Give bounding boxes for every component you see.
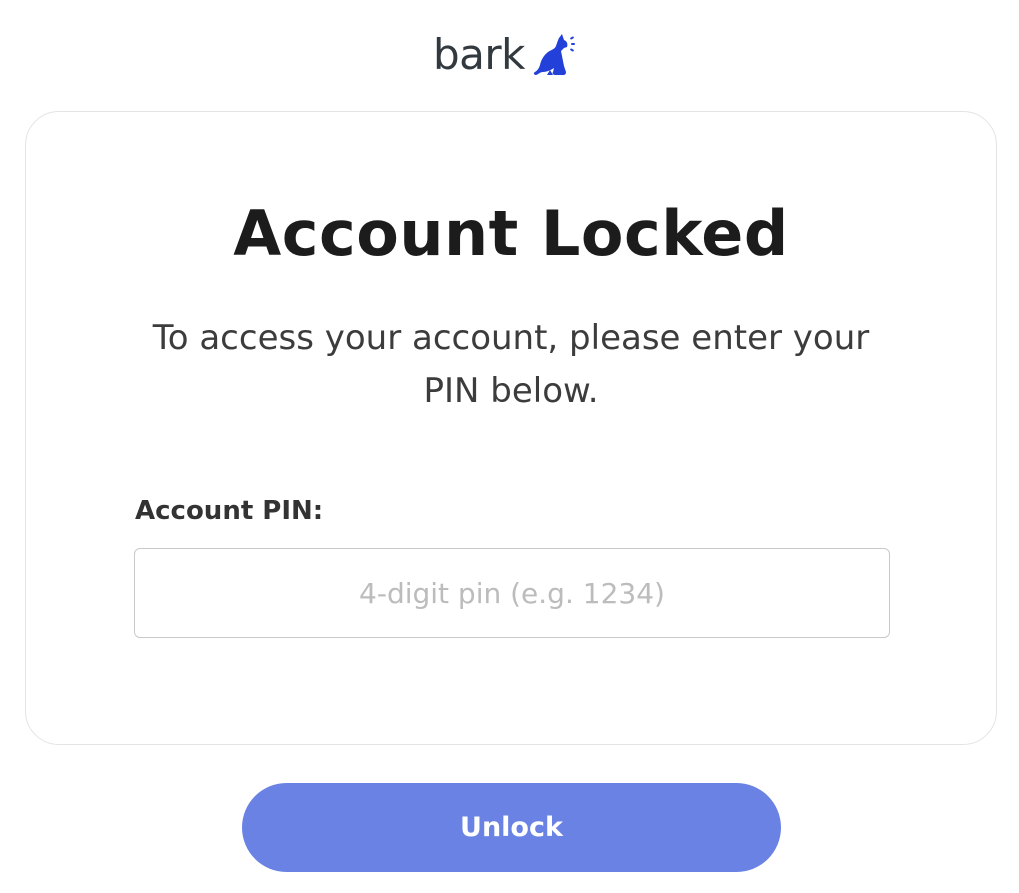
logo-text: bark	[433, 30, 526, 79]
dog-barking-icon	[533, 34, 575, 75]
account-locked-card: Account Locked To access your account, p…	[25, 111, 997, 745]
pin-input[interactable]	[134, 548, 890, 638]
unlock-button[interactable]: Unlock	[242, 783, 781, 872]
page-title: Account Locked	[233, 197, 789, 270]
account-pin-label: Account PIN:	[135, 496, 324, 526]
bark-logo: bark	[433, 30, 577, 80]
instruction-text: To access your account, please enter you…	[152, 318, 870, 411]
page: bark Account Locked To access your accou…	[0, 0, 1019, 893]
